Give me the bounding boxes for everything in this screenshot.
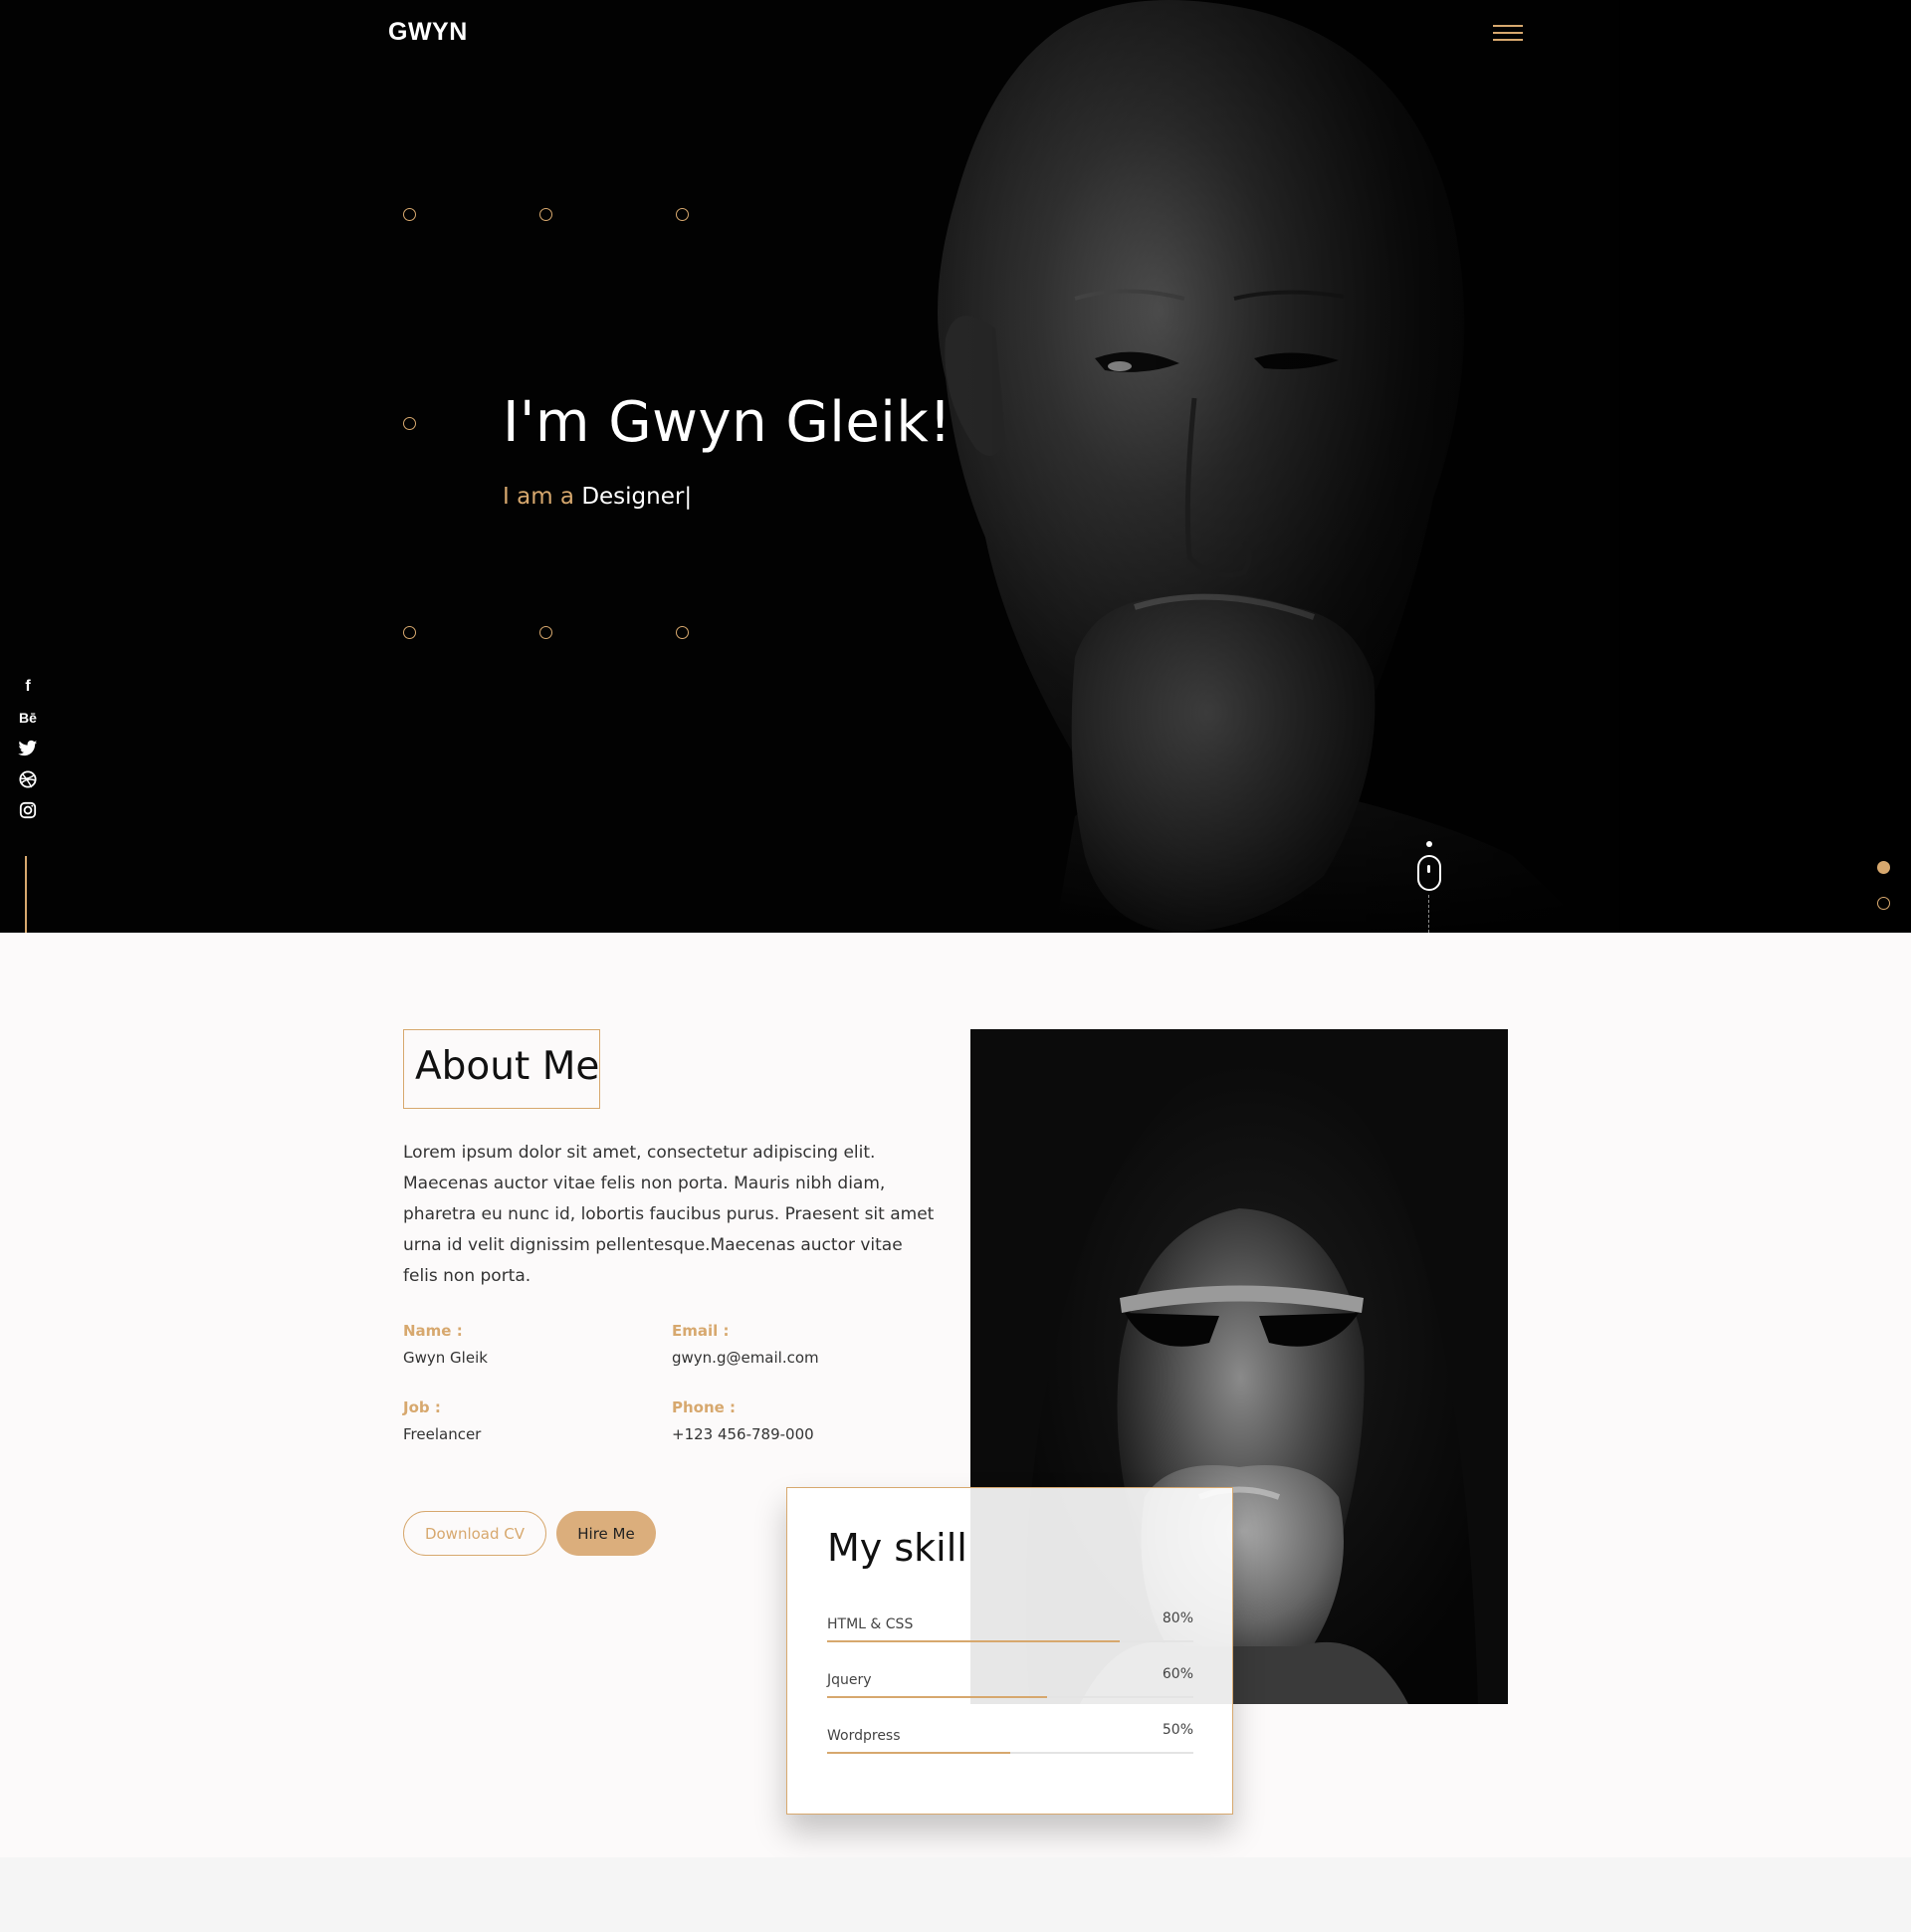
skill-title: My skill xyxy=(827,1526,967,1570)
decor-ring-icon xyxy=(539,626,552,639)
typing-caret: | xyxy=(684,484,693,510)
info-phone: Phone : +123 456-789-000 xyxy=(672,1398,931,1443)
skill-item-wordpress: Wordpress 50% xyxy=(827,1722,1193,1754)
about-description: Lorem ipsum dolor sit amet, consectetur … xyxy=(403,1143,935,1286)
hamburger-icon[interactable] xyxy=(1493,25,1525,45)
social-divider-line xyxy=(25,856,27,933)
info-job: Job : Freelancer xyxy=(403,1398,662,1443)
next-section-band xyxy=(0,1857,1911,1932)
skill-progress-track xyxy=(827,1640,1193,1642)
behance-icon[interactable]: Bē xyxy=(16,706,40,730)
skill-card: My skill HTML & CSS 80% Jquery 60% Wordp… xyxy=(786,1487,1233,1815)
dribbble-icon[interactable] xyxy=(16,767,40,791)
hero-subtitle-role: Designer xyxy=(581,484,685,510)
pagination-dot-2[interactable] xyxy=(1877,897,1890,910)
hire-me-button[interactable]: Hire Me xyxy=(556,1511,656,1556)
decor-ring-icon xyxy=(676,208,689,221)
skill-progress-fill xyxy=(827,1752,1010,1754)
social-links: f Bē xyxy=(16,675,40,829)
pagination-dot-1[interactable] xyxy=(1877,861,1890,874)
logo[interactable]: GWYN xyxy=(388,18,468,47)
skill-percent: 80% xyxy=(1162,1610,1193,1626)
hero-subtitle: I am a Designer| xyxy=(503,484,692,510)
decor-ring-icon xyxy=(403,417,416,430)
info-email-value[interactable]: gwyn.g@email.com xyxy=(672,1349,931,1367)
twitter-icon[interactable] xyxy=(16,737,40,760)
skill-percent: 60% xyxy=(1162,1666,1193,1682)
decor-ring-icon xyxy=(403,208,416,221)
decor-ring-icon xyxy=(403,626,416,639)
info-name: Name : Gwyn Gleik xyxy=(403,1322,662,1367)
about-title-box: About Me xyxy=(403,1029,600,1109)
info-email-label: Email : xyxy=(672,1322,730,1340)
info-phone-label: Phone : xyxy=(672,1398,737,1416)
info-name-value: Gwyn Gleik xyxy=(403,1349,488,1367)
skill-progress-track xyxy=(827,1696,1193,1698)
decor-ring-icon xyxy=(676,626,689,639)
facebook-icon[interactable]: f xyxy=(16,675,40,699)
hero-section: GWYN I'm Gwyn Gleik! I am a Designer| f … xyxy=(0,0,1911,933)
skill-progress-fill xyxy=(827,1640,1121,1642)
info-job-label: Job : xyxy=(403,1398,441,1416)
info-job-value: Freelancer xyxy=(403,1425,482,1443)
decor-ring-icon xyxy=(539,208,552,221)
skill-percent: 50% xyxy=(1162,1722,1193,1738)
skill-name: HTML & CSS xyxy=(827,1616,914,1632)
skill-progress-fill xyxy=(827,1696,1047,1698)
hero-title: I'm Gwyn Gleik! xyxy=(503,390,953,455)
info-name-label: Name : xyxy=(403,1322,463,1340)
info-phone-value[interactable]: +123 456-789-000 xyxy=(672,1425,931,1443)
skill-progress-track xyxy=(827,1752,1193,1754)
skill-name: Wordpress xyxy=(827,1728,901,1744)
hero-portrait-image xyxy=(0,0,1911,933)
scroll-down-mouse-icon[interactable] xyxy=(1415,841,1443,933)
download-cv-button[interactable]: Download CV xyxy=(403,1511,546,1556)
hero-subtitle-prefix: I am a xyxy=(503,484,574,510)
skill-item-html-css: HTML & CSS 80% xyxy=(827,1610,1193,1642)
skill-item-jquery: Jquery 60% xyxy=(827,1666,1193,1698)
about-title: About Me xyxy=(415,1044,600,1089)
about-section: About Me Lorem ipsum dolor sit amet, con… xyxy=(0,933,1911,1857)
skill-name: Jquery xyxy=(827,1672,872,1688)
info-email: Email : gwyn.g@email.com xyxy=(672,1322,931,1367)
instagram-icon[interactable] xyxy=(16,798,40,822)
